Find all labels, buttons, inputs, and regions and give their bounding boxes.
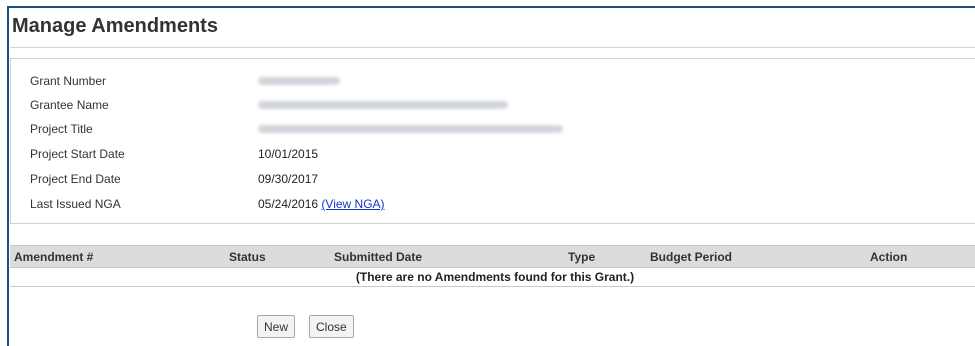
grant-info-panel: Grant Number Grantee Name Project Title … xyxy=(10,58,975,224)
grant-number-value-redacted xyxy=(258,77,340,85)
grant-number-label: Grant Number xyxy=(30,74,107,88)
project-end-row: Project End Date 09/30/2017 xyxy=(11,169,975,189)
last-nga-date: 05/24/2016 xyxy=(258,197,319,211)
amendments-table: Amendment # Status Submitted Date Type B… xyxy=(10,245,975,287)
project-title-row: Project Title xyxy=(11,119,975,139)
last-nga-label: Last Issued NGA xyxy=(30,197,121,211)
project-end-label: Project End Date xyxy=(30,172,121,186)
column-header-type[interactable]: Type xyxy=(564,245,646,268)
table-header-row: Amendment # Status Submitted Date Type B… xyxy=(10,245,975,268)
last-nga-row: Last Issued NGA 05/24/2016 (View NGA) xyxy=(11,194,975,214)
project-title-label: Project Title xyxy=(30,122,93,136)
grantee-name-row: Grantee Name xyxy=(11,95,975,115)
column-header-status[interactable]: Status xyxy=(225,245,330,268)
column-header-action: Action xyxy=(866,245,975,268)
last-nga-value-group: 05/24/2016 (View NGA) xyxy=(258,194,385,214)
grantee-name-value-redacted xyxy=(258,101,508,109)
project-start-row: Project Start Date 10/01/2015 xyxy=(11,144,975,164)
view-nga-link[interactable]: (View NGA) xyxy=(321,197,384,211)
column-header-budget-period[interactable]: Budget Period xyxy=(646,245,866,268)
new-button[interactable]: New xyxy=(257,315,296,338)
project-title-value-redacted xyxy=(258,125,563,133)
column-header-amendment-number[interactable]: Amendment # xyxy=(10,245,225,268)
project-end-value: 09/30/2017 xyxy=(258,172,319,186)
title-divider xyxy=(10,47,975,48)
empty-table-message: (There are no Amendments found for this … xyxy=(10,267,975,287)
grant-number-row: Grant Number xyxy=(11,71,975,91)
column-header-submitted-date[interactable]: Submitted Date xyxy=(330,245,564,268)
project-start-label: Project Start Date xyxy=(30,147,125,161)
grantee-name-label: Grantee Name xyxy=(30,98,109,112)
table-row: (There are no Amendments found for this … xyxy=(10,267,975,287)
page-title: Manage Amendments xyxy=(12,15,218,37)
close-button[interactable]: Close xyxy=(309,315,354,338)
project-start-value: 10/01/2015 xyxy=(258,147,319,161)
